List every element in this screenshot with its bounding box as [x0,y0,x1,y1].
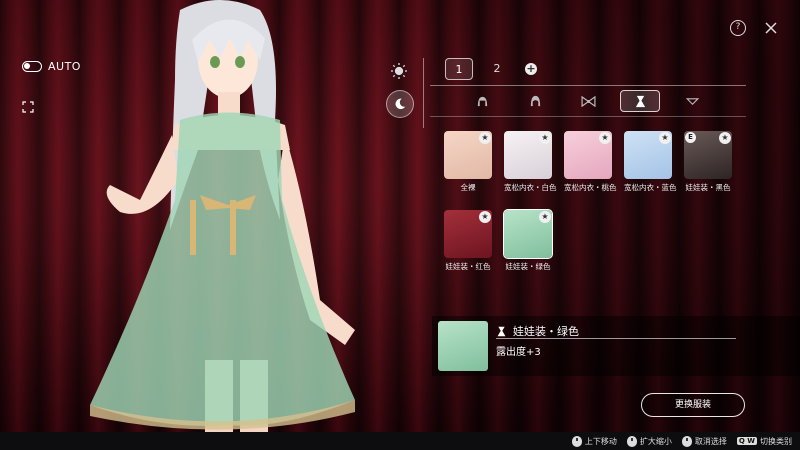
star-icon: ★ [659,132,671,144]
outfit-item-babydoll-black[interactable]: E ★ 娃娃装・黑色 [684,131,732,193]
auto-label: AUTO [48,60,81,73]
outfit-thumbnail: ★ [564,131,612,179]
category-tab-hair-alt[interactable] [515,90,555,112]
outfit-label: 宽松内衣・白色 [504,183,557,192]
star-icon: ★ [599,132,611,144]
outfit-thumbnail: ★ [504,131,552,179]
add-page-icon[interactable]: + [525,63,537,75]
moon-button[interactable] [386,90,414,118]
star-icon: ★ [479,211,491,223]
footer-hints-bar: 上下移动 扩大缩小 取消选择 Q W 切换类别 [0,432,800,450]
outfit-item-babydoll-green[interactable]: ★ 娃娃装・绿色 [503,209,553,272]
hair-alt-icon [530,95,540,106]
hint-label: 扩大缩小 [639,436,672,446]
outfit-thumbnail: ★ [444,210,492,258]
hair-icon [477,96,487,106]
page-tab-1[interactable]: 1 [445,58,473,80]
star-icon: ★ [719,132,731,144]
auto-toggle[interactable]: AUTO [22,60,81,73]
outfit-label: 宽松内衣・桃色 [564,183,617,192]
hint-switch-category: Q W 切换类别 [736,436,792,447]
outfit-label: 娃娃装・红色 [445,262,491,271]
mouse-icon [626,435,637,447]
mouse-icon [571,435,582,447]
category-tab-dress[interactable] [620,90,660,112]
sun-icon[interactable] [390,62,408,80]
detail-title: 娃娃装・绿色 [496,323,579,339]
category-tab-more[interactable] [672,90,712,112]
help-icon[interactable]: ? [730,20,746,36]
detail-title-text: 娃娃装・绿色 [513,325,579,338]
hint-label: 上下移动 [584,436,617,446]
outfit-thumbnail: ★ [624,131,672,179]
detail-thumbnail [438,321,488,371]
page-tab-2[interactable]: 2 [483,58,511,80]
outfit-item-loose-blue[interactable]: ★ 宽松内衣・蓝色 [624,131,677,193]
close-icon[interactable] [764,20,778,34]
divider-horizontal [430,85,746,86]
outfit-label: 全裸 [460,183,476,192]
qw-key-icon: Q W [736,437,757,445]
divider-horizontal-2 [430,116,746,117]
outfit-label: 宽松内衣・蓝色 [624,183,677,192]
outfit-item-loose-peach[interactable]: ★ 宽松内衣・桃色 [564,131,617,193]
detail-divider [496,338,736,339]
fullscreen-icon[interactable] [22,98,34,113]
category-tab-hair[interactable] [462,90,502,112]
outfit-item-nude[interactable]: ★ 全裸 [444,131,492,193]
toggle-knob [24,63,30,69]
star-icon: ★ [539,132,551,144]
character-illustration [80,0,380,432]
toggle-switch[interactable] [22,61,42,72]
hint-zoom: 扩大缩小 [626,435,672,447]
dress-icon [635,95,645,107]
hint-cancel: 取消选择 [681,435,727,447]
category-tab-accessory[interactable] [568,90,608,112]
hint-label: 取消选择 [694,436,727,446]
moon-icon [395,98,406,110]
outfit-thumbnail: ★ [503,209,553,259]
outfit-item-babydoll-red[interactable]: ★ 娃娃装・红色 [444,210,492,272]
outfit-detail-panel: 娃娃装・绿色 露出度+3 [432,316,800,376]
e-badge-icon: E [685,132,696,143]
outfit-item-loose-white[interactable]: ★ 宽松内衣・白色 [504,131,557,193]
change-outfit-button[interactable]: 更换服装 [641,393,745,417]
mouse-icon [681,435,692,447]
hint-label: 切换类别 [760,436,792,446]
star-icon: ★ [539,211,551,223]
ribbon-icon [580,95,596,107]
divider-vertical [423,58,424,128]
dress-icon [497,326,506,336]
outfit-thumbnail: E ★ [684,131,732,179]
chevron-icon [685,97,699,105]
outfit-label: 娃娃装・绿色 [505,262,551,271]
detail-description: 露出度+3 [496,347,541,358]
outfit-label: 娃娃装・黑色 [685,183,731,192]
star-icon: ★ [479,132,491,144]
outfit-thumbnail: ★ [444,131,492,179]
hint-move: 上下移动 [571,435,617,447]
